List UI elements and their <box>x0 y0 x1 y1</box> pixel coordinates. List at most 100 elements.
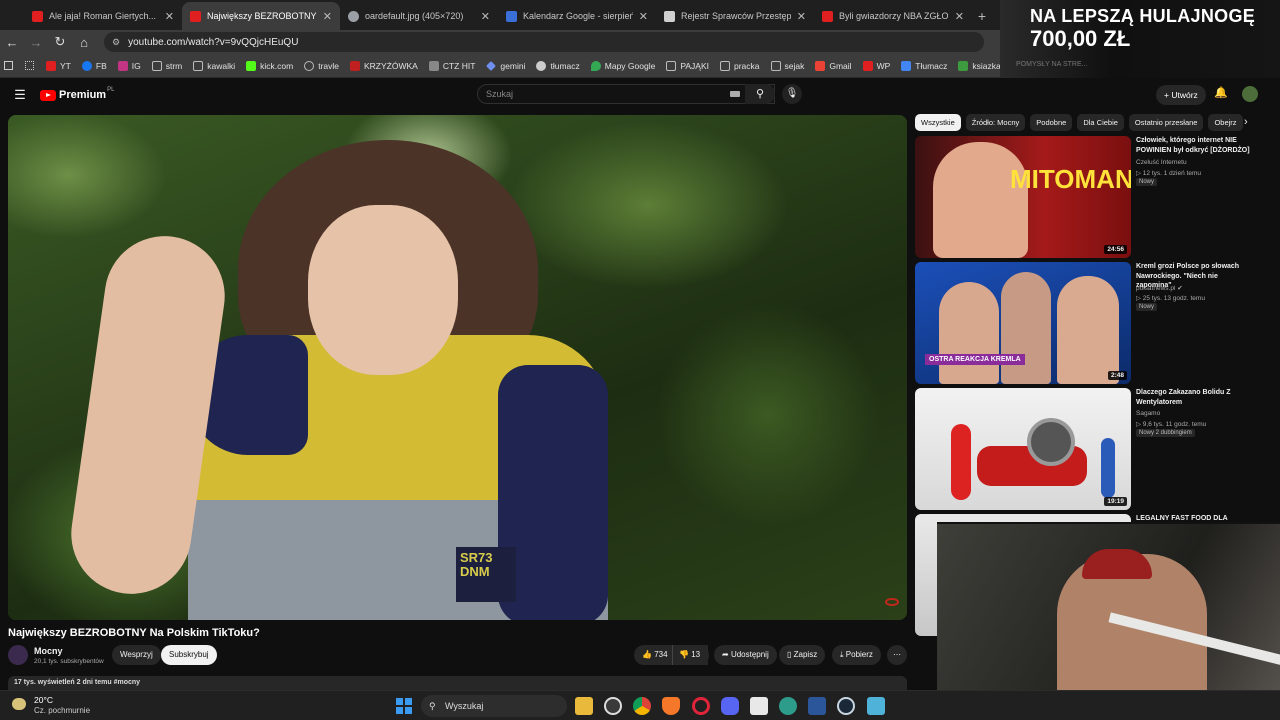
notifications-bell-icon[interactable]: 🔔 <box>1214 86 1228 99</box>
close-tab-icon[interactable]: ✕ <box>639 10 648 23</box>
browser-tab[interactable]: Rejestr Sprawców Przestępstw ✕ <box>656 2 814 30</box>
opera-icon[interactable] <box>692 697 710 715</box>
save-button[interactable]: ▯ Zapisz <box>779 645 826 665</box>
chip-all[interactable]: Wszystkie <box>915 114 961 131</box>
notepad-icon[interactable] <box>867 697 885 715</box>
close-tab-icon[interactable]: ✕ <box>323 10 332 23</box>
bookmark-label: travle <box>318 60 339 71</box>
browser-tab-active[interactable]: Największy BEZROBOTNY Na Po ✕ <box>182 2 340 30</box>
bookmark-ksiazka[interactable]: ksiazka <box>958 60 1001 71</box>
youtube-premium-logo[interactable]: Premium PL <box>40 87 114 101</box>
recommendation-meta: ▷ 9,6 tys. 11 godz. temu <box>1136 421 1207 428</box>
chip-recently-uploaded[interactable]: Ostatnio przesłane <box>1128 114 1204 131</box>
crossword-icon <box>350 60 360 71</box>
reload-icon[interactable]: ↻ <box>48 34 72 50</box>
youtube-favicon-icon <box>32 10 43 22</box>
search-button[interactable]: ⚲ <box>745 84 775 104</box>
bookmark-tlumacz[interactable]: tłumacz <box>536 60 580 71</box>
close-tab-icon[interactable]: ✕ <box>481 10 490 23</box>
globe-app-icon[interactable] <box>779 697 797 715</box>
home-icon[interactable]: ⌂ <box>72 35 96 50</box>
chip-watched[interactable]: Obejrz <box>1208 114 1243 131</box>
channel-avatar[interactable] <box>8 645 28 665</box>
chip-related[interactable]: Podobne <box>1030 114 1073 131</box>
chevron-right-icon[interactable]: › <box>1244 116 1248 128</box>
discord-icon[interactable] <box>721 697 739 715</box>
close-tab-icon[interactable]: ✕ <box>955 10 964 23</box>
voice-search-mic-icon[interactable]: 🎙 <box>782 84 802 104</box>
hamburger-menu-icon[interactable]: ☰ <box>0 87 40 103</box>
bookmark-kick[interactable]: kick.com <box>246 60 293 71</box>
browser-tab[interactable]: Kalendarz Google - sierpień 202 ✕ <box>498 2 656 30</box>
bookmark-gemini[interactable]: gemini <box>486 61 525 71</box>
browser-tab[interactable]: oardefault.jpg (405×720) ✕ <box>340 2 498 30</box>
file-explorer-icon[interactable] <box>575 697 593 715</box>
account-avatar[interactable] <box>1242 86 1258 102</box>
chip-for-you[interactable]: Dla Ciebie <box>1077 114 1124 131</box>
video-thumbnail[interactable]: OSTRA REAKCJA KREMLA 2:48 <box>915 262 1131 384</box>
bookmark-gmail[interactable]: Gmail <box>815 60 852 71</box>
subscribe-button[interactable]: Subskrybuj <box>161 645 217 665</box>
browser-tab[interactable]: Byli gwiazdorzy NBA ZGŁOSILI ✕ <box>814 2 972 30</box>
search-icon: ⚲ <box>429 701 436 711</box>
video-thumbnail[interactable]: MITOMAN 24:56 <box>915 136 1131 258</box>
recommendation-item[interactable]: OSTRA REAKCJA KREMLA 2:48 Kreml grozi Po… <box>915 262 1265 384</box>
forward-arrow-icon[interactable]: → <box>24 35 48 50</box>
apps-grid-icon[interactable] <box>25 61 34 70</box>
bookmark-travle[interactable]: travle <box>304 60 339 71</box>
bookmark-maps[interactable]: Mapy Google <box>590 60 655 71</box>
video-title: Największy BEZROBOTNY Na Polskim TikToku… <box>8 627 260 639</box>
bookmark-ig[interactable]: IG <box>117 60 141 71</box>
obs-icon[interactable] <box>604 697 622 715</box>
thumbs-down-icon: 👎 <box>679 650 689 659</box>
weather-temperature[interactable]: 20°C <box>34 695 53 705</box>
taskbar-search-input[interactable]: ⚲ Wyszukaj <box>421 695 567 717</box>
word-icon[interactable] <box>808 697 826 715</box>
new-tab-plus-icon[interactable]: + <box>972 2 992 30</box>
bookmark-tlumacz-2[interactable]: Tłumacz <box>901 60 947 71</box>
brave-icon[interactable] <box>662 697 680 715</box>
bookmark-folder-kawalki[interactable]: kawalki <box>193 60 235 71</box>
dislike-button[interactable]: 👎 13 <box>672 645 709 665</box>
bookmark-krzyzowka[interactable]: KRZYŻÓWKA <box>350 60 418 71</box>
bookmark-folder-sejak[interactable]: sejak <box>770 60 804 71</box>
weather-description[interactable]: Cz. pochmurnie <box>34 706 90 715</box>
back-arrow-icon[interactable]: ← <box>0 35 24 50</box>
donation-goal-title: NA LEPSZĄ HULAJNOGĘ <box>1030 6 1256 26</box>
bookmark-fb[interactable]: FB <box>81 60 107 71</box>
site-info-icon[interactable]: ⚙ <box>112 37 120 48</box>
close-tab-icon[interactable]: ✕ <box>165 10 174 23</box>
url-field[interactable]: ⚙ youtube.com/watch?v=9vQQjcHEuQU <box>104 32 984 52</box>
channel-name[interactable]: Mocny <box>34 646 63 656</box>
description-box[interactable]: 17 tys. wyświetleń 2 dni temu #mocny <box>8 676 907 690</box>
windows-start-icon[interactable] <box>396 698 412 714</box>
app-icon[interactable] <box>750 697 768 715</box>
chip-source[interactable]: Źródło: Mocny <box>965 114 1026 131</box>
bookmark-folder-pajaki[interactable]: PAJĄKI <box>666 60 709 71</box>
recommendation-item[interactable]: MITOMAN 24:56 Człowiek, którego internet… <box>915 136 1265 258</box>
bookmark-ctz-hit[interactable]: CTZ HIT <box>428 60 475 71</box>
bookmark-yt[interactable]: YT <box>46 60 71 71</box>
bookmark-folder-pracka[interactable]: pracka <box>720 60 760 71</box>
sidebar-toggle-icon[interactable] <box>4 61 13 70</box>
thumbnail-person <box>1057 276 1119 384</box>
steam-icon[interactable] <box>837 697 855 715</box>
video-player[interactable]: SR73 DNM <box>8 115 907 620</box>
recommendation-title: Człowiek, którego internet NIE POWINIEN … <box>1136 137 1250 154</box>
tab-title: oardefault.jpg (405×720) <box>365 11 464 21</box>
create-button[interactable]: + Utwórz <box>1156 85 1206 105</box>
chrome-icon[interactable] <box>633 697 651 715</box>
recommendation-item[interactable]: 19:19 Dlaczego Zakazano Bolidu Z Wentyla… <box>915 388 1265 510</box>
cloud-weather-icon[interactable] <box>12 698 26 710</box>
browser-tab[interactable]: Ale jaja! Roman Giertych... pijan ✕ <box>24 2 182 30</box>
keyboard-icon[interactable] <box>730 91 740 97</box>
support-button[interactable]: Wesprzyj <box>112 645 161 665</box>
download-button[interactable]: ⤓ Pobierz <box>832 645 881 665</box>
bookmark-wp[interactable]: WP <box>862 60 890 71</box>
video-thumbnail[interactable]: 19:19 <box>915 388 1131 510</box>
more-actions-icon[interactable]: ⋯ <box>887 645 907 665</box>
close-tab-icon[interactable]: ✕ <box>797 10 806 23</box>
bookmark-folder-strm[interactable]: strm <box>151 60 182 71</box>
tab-title: Ale jaja! Roman Giertych... pijan <box>49 11 159 21</box>
share-button[interactable]: ➦ Udostępnij <box>714 645 777 665</box>
